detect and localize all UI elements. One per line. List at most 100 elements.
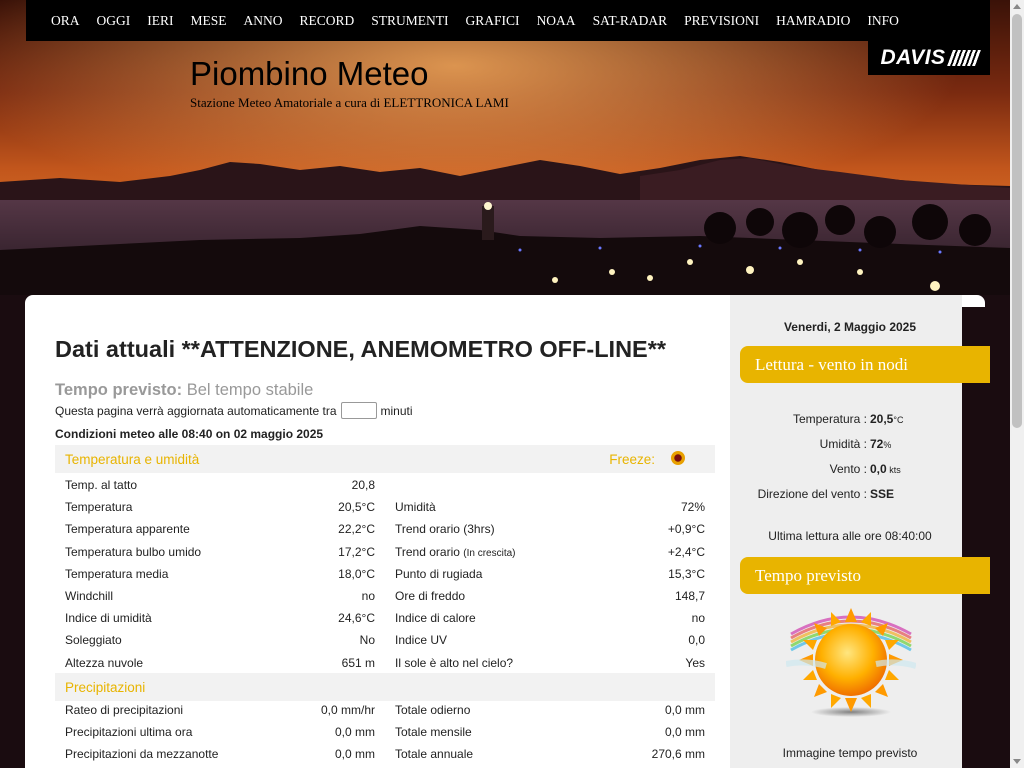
- nav-ieri[interactable]: IERI: [139, 13, 182, 29]
- row-value: 270,6 mm: [651, 747, 705, 762]
- nav-ora[interactable]: ORA: [26, 13, 88, 29]
- row-label: Il sole è alto nel cielo?: [395, 655, 514, 670]
- nav-strumenti[interactable]: STRUMENTI: [363, 13, 457, 29]
- row-label: Windchill: [65, 589, 114, 603]
- forecast-value: Bel tempo stabile: [186, 381, 314, 399]
- row-value: 20,5°C: [338, 500, 375, 515]
- nav-oggi[interactable]: OGGI: [88, 13, 139, 29]
- table-row: Rateo di precipitazioni 0,0 mm/hr Totale o…: [55, 699, 715, 721]
- row-value: +0,9°C: [667, 522, 705, 537]
- reading-label: Temperatura :: [792, 412, 867, 426]
- section-temperature-header: Temperatura e umidità Freeze:: [55, 445, 715, 473]
- site-subtitle: Stazione Meteo Amatoriale a cura di ELET…: [190, 95, 509, 110]
- scroll-down-arrow-icon[interactable]: [1013, 759, 1021, 764]
- reading-unit: °C: [893, 415, 904, 425]
- reading-unit: %: [883, 440, 892, 450]
- site-title: Piombino Meteo: [190, 55, 429, 92]
- row-value: 0,0 mm: [334, 725, 375, 740]
- nav-sat-radar[interactable]: SAT-RADAR: [584, 13, 676, 29]
- reading-value: 72%: [870, 437, 891, 451]
- nav-hamradio[interactable]: HAMRADIO: [768, 13, 859, 29]
- panel-corner: [962, 295, 985, 307]
- reading-value: SSE: [870, 487, 894, 501]
- table-row: Precipitazioni ultima ora 0,0 mm Totale me…: [55, 721, 715, 743]
- row-value: no: [361, 589, 375, 603]
- table-row: Windchill no Ore di freddo 148,7: [55, 585, 715, 607]
- section-precipitation-title: Precipitazioni: [65, 679, 146, 695]
- row-value: 20,8: [351, 478, 375, 492]
- nav-anno[interactable]: ANNO: [235, 13, 291, 29]
- forecast-line: Tempo previsto: Bel tempo stabile: [55, 381, 313, 400]
- row-value: 24,6°C: [338, 611, 375, 626]
- refresh-text-before: Questa pagina verrà aggiornata automatic…: [55, 403, 337, 418]
- reading-value: 20,5°C: [870, 412, 903, 426]
- current-date: Venerdi, 2 Maggio 2025: [783, 320, 917, 334]
- table-row: Soleggiato No Indice UV 0,0: [55, 629, 715, 651]
- nav-info[interactable]: INFO: [859, 13, 908, 29]
- row-label: Indice di umidità: [65, 611, 152, 626]
- refresh-line: Questa pagina verrà aggiornata automatic…: [55, 402, 413, 419]
- nav-noaa[interactable]: NOAA: [528, 13, 584, 29]
- nav-record[interactable]: RECORD: [291, 13, 363, 29]
- last-reading-time: Ultima lettura alle ore 08:40:00: [768, 529, 932, 543]
- reading-value: 0,0 kts: [870, 462, 901, 476]
- table-row: Temperatura 20,5°C Umidità 72%: [55, 496, 715, 518]
- section-temperature-title: Temperatura e umidità: [65, 451, 200, 467]
- row-value: no: [691, 611, 705, 626]
- row-label: Umidità: [395, 500, 436, 515]
- row-label: Altezza nuvole: [65, 655, 144, 670]
- reading-label: Umidità :: [819, 437, 867, 451]
- table-row: Indice di umidità 24,6°C Indice di calore n…: [55, 607, 715, 629]
- row-label: Totale odierno: [395, 703, 471, 717]
- refresh-minutes-input[interactable]: [340, 402, 377, 419]
- row-label-text: Trend orario: [395, 544, 460, 559]
- row-value: +2,4°C: [667, 544, 705, 559]
- table-row: Altezza nuvole 651 m Il sole è alto nel ci…: [55, 652, 715, 674]
- page-title: Dati attuali **ATTENZIONE, ANEMOMETRO OF…: [55, 336, 667, 362]
- row-label: Trend orario (In crescita): [395, 545, 516, 559]
- nav-previsioni[interactable]: PREVISIONI: [676, 13, 768, 29]
- row-value: No: [359, 633, 375, 648]
- row-value: 148,7: [674, 589, 705, 603]
- row-value: 0,0 mm/hr: [320, 703, 375, 717]
- reading-unit: kts: [886, 465, 901, 475]
- freeze-label: Freeze:: [609, 452, 655, 467]
- row-label: Precipitazioni da mezzanotte: [65, 747, 219, 762]
- scroll-up-arrow-icon[interactable]: [1013, 4, 1021, 9]
- conditions-timestamp: Condizioni meteo alle 08:40 on 02 maggio…: [55, 427, 324, 441]
- row-label: Temperatura bulbo umido: [65, 544, 202, 559]
- wind-reading-box: Lettura - vento in nodi: [740, 346, 990, 383]
- nav-mese[interactable]: MESE: [182, 13, 235, 29]
- davis-logo[interactable]: DAVIS: [868, 41, 990, 75]
- section-precipitation-header: Precipitazioni: [55, 673, 715, 701]
- row-label: Temp. al tatto: [65, 478, 138, 492]
- row-label-note: (In crescita): [463, 547, 516, 559]
- row-value: 17,2°C: [338, 544, 375, 559]
- row-value: 18,0°C: [338, 566, 375, 581]
- row-label: Soleggiato: [65, 633, 122, 648]
- reading-number: SSE: [870, 487, 895, 501]
- row-label: Indice di calore: [395, 611, 476, 626]
- nav-grafici[interactable]: GRAFICI: [457, 13, 528, 29]
- row-value: 651 m: [341, 655, 375, 670]
- row-label: Temperatura apparente: [65, 522, 190, 537]
- row-label: Precipitazioni ultima ora: [65, 725, 193, 740]
- forecast-image-caption: Immagine tempo previsto: [782, 746, 918, 760]
- scroll-thumb[interactable]: [1012, 14, 1022, 428]
- row-value: 0,0: [688, 633, 705, 648]
- row-value: 22,2°C: [338, 522, 375, 537]
- refresh-text-after: minuti: [380, 403, 413, 418]
- table-row: Precipitazioni da mezzanotte 0,0 mm Totale…: [55, 743, 715, 765]
- row-label: Rateo di precipitazioni: [65, 703, 184, 717]
- reading-number: 20,5: [870, 412, 894, 426]
- table-row: Temp. al tatto 20,8: [55, 474, 715, 496]
- row-label: Temperatura: [65, 500, 133, 515]
- row-value: 0,0 mm: [334, 747, 375, 762]
- row-label: Punto di rugiada: [395, 566, 483, 581]
- reading-label: Vento :: [829, 462, 867, 476]
- page-scrollbar[interactable]: [1010, 0, 1024, 768]
- row-label: Trend orario (3hrs): [395, 522, 495, 537]
- top-navigation: ORA OGGI IERI MESE ANNO RECORD STRUMENTI…: [26, 0, 990, 41]
- row-label: Indice UV: [395, 633, 448, 648]
- row-value: 0,0 mm: [664, 725, 705, 740]
